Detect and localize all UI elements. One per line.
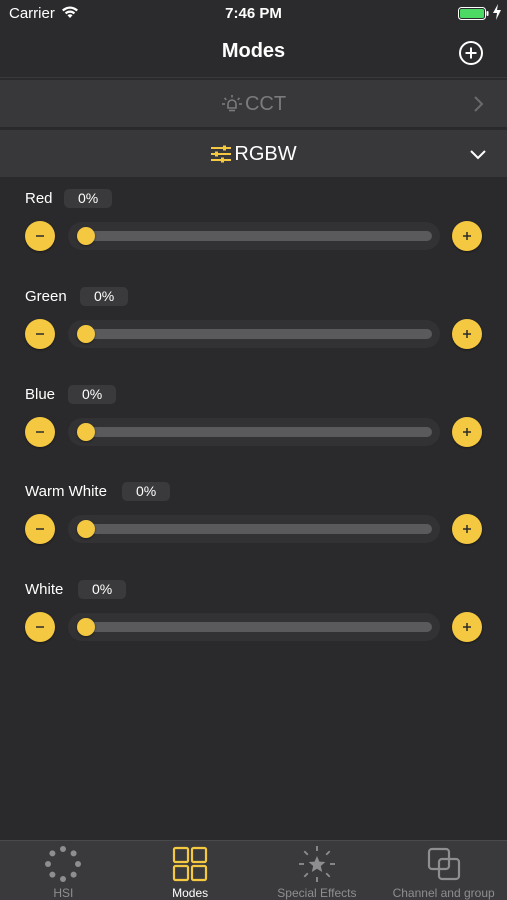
channel-value: 0%	[68, 385, 117, 404]
slider-rail	[78, 231, 432, 241]
tab-label: HSI	[53, 886, 74, 900]
level-slider[interactable]	[68, 613, 440, 641]
add-button[interactable]	[458, 40, 484, 66]
tab-label: Special Effects	[277, 886, 357, 900]
tab-hsi[interactable]: HSI	[0, 841, 127, 900]
slider-rail	[78, 329, 432, 339]
mode-label-cct: CCT	[244, 92, 287, 115]
increase-button[interactable]	[452, 319, 482, 349]
slider-thumb[interactable]	[77, 227, 95, 245]
increase-button[interactable]	[452, 417, 482, 447]
channel-value: 0%	[78, 580, 127, 599]
status-time: 7:46 PM	[225, 5, 282, 22]
decrease-button[interactable]	[25, 612, 55, 642]
tab-modes[interactable]: Modes	[127, 841, 254, 900]
channel-green: Green 0%	[0, 278, 507, 376]
plus-icon	[463, 330, 471, 338]
tab-channel-and-group[interactable]: Channel and group	[380, 841, 507, 900]
mode-label-rgbw: RGBW	[234, 142, 297, 165]
channel-white: White 0%	[0, 571, 507, 669]
tab-label: Channel and group	[392, 886, 495, 900]
hsi-dots-icon	[45, 846, 82, 882]
decrease-button[interactable]	[25, 319, 55, 349]
channel-label: Green	[25, 288, 67, 305]
increase-button[interactable]	[452, 514, 482, 544]
plus-icon	[463, 428, 471, 436]
slider-thumb[interactable]	[77, 618, 95, 636]
slider-rail	[78, 427, 432, 437]
tab-special-effects[interactable]: Special Effects	[254, 841, 381, 900]
chevron-down-icon	[470, 150, 486, 160]
page-title: Modes	[221, 40, 286, 62]
battery-icon	[458, 7, 489, 20]
star-burst-icon	[298, 846, 335, 882]
nav-bar: Modes	[0, 28, 507, 78]
minus-icon	[36, 333, 44, 335]
level-slider[interactable]	[68, 222, 440, 250]
mode-row-rgbw[interactable]: RGBW	[0, 130, 507, 178]
minus-icon	[36, 528, 44, 530]
chevron-right-icon	[474, 96, 484, 112]
channel-label: Blue	[25, 386, 56, 403]
slider-rail	[78, 622, 432, 632]
overlap-squares-icon	[427, 847, 460, 881]
channel-blue: Blue 0%	[0, 376, 507, 474]
slider-thumb[interactable]	[77, 423, 95, 441]
channel-red: Red 0%	[0, 180, 507, 278]
decrease-button[interactable]	[25, 221, 55, 251]
increase-button[interactable]	[452, 221, 482, 251]
decrease-button[interactable]	[25, 417, 55, 447]
channel-value: 0%	[64, 189, 113, 208]
minus-icon	[36, 626, 44, 628]
mode-label-wrap: CCT	[0, 92, 507, 116]
plus-icon	[463, 623, 471, 631]
charging-bolt-icon	[493, 4, 501, 20]
slider-thumb[interactable]	[77, 520, 95, 538]
level-slider[interactable]	[68, 515, 440, 543]
channel-label: Red	[25, 190, 53, 207]
status-bar: Carrier 7:46 PM	[0, 0, 507, 28]
channel-warm-white: Warm White 0%	[0, 473, 507, 571]
level-slider[interactable]	[68, 320, 440, 348]
bulb-icon	[221, 95, 242, 112]
minus-icon	[36, 431, 44, 433]
slider-thumb[interactable]	[77, 325, 95, 343]
channel-value: 0%	[80, 287, 129, 306]
minus-icon	[36, 235, 44, 237]
tab-bar: HSI Modes Special Effects Channel and gr…	[0, 840, 507, 900]
increase-button[interactable]	[452, 612, 482, 642]
mode-label-wrap: RGBW	[0, 142, 507, 166]
channel-value: 0%	[122, 482, 171, 501]
tab-label: Modes	[172, 886, 209, 900]
plus-icon	[463, 525, 471, 533]
mode-row-cct[interactable]: CCT	[0, 80, 507, 128]
channel-label: Warm White	[25, 483, 107, 500]
level-slider[interactable]	[68, 418, 440, 446]
slider-rail	[78, 524, 432, 534]
grid-icon	[173, 846, 208, 882]
plus-icon	[463, 232, 471, 240]
sliders-icon	[211, 145, 232, 163]
decrease-button[interactable]	[25, 514, 55, 544]
channel-label: White	[25, 581, 64, 598]
